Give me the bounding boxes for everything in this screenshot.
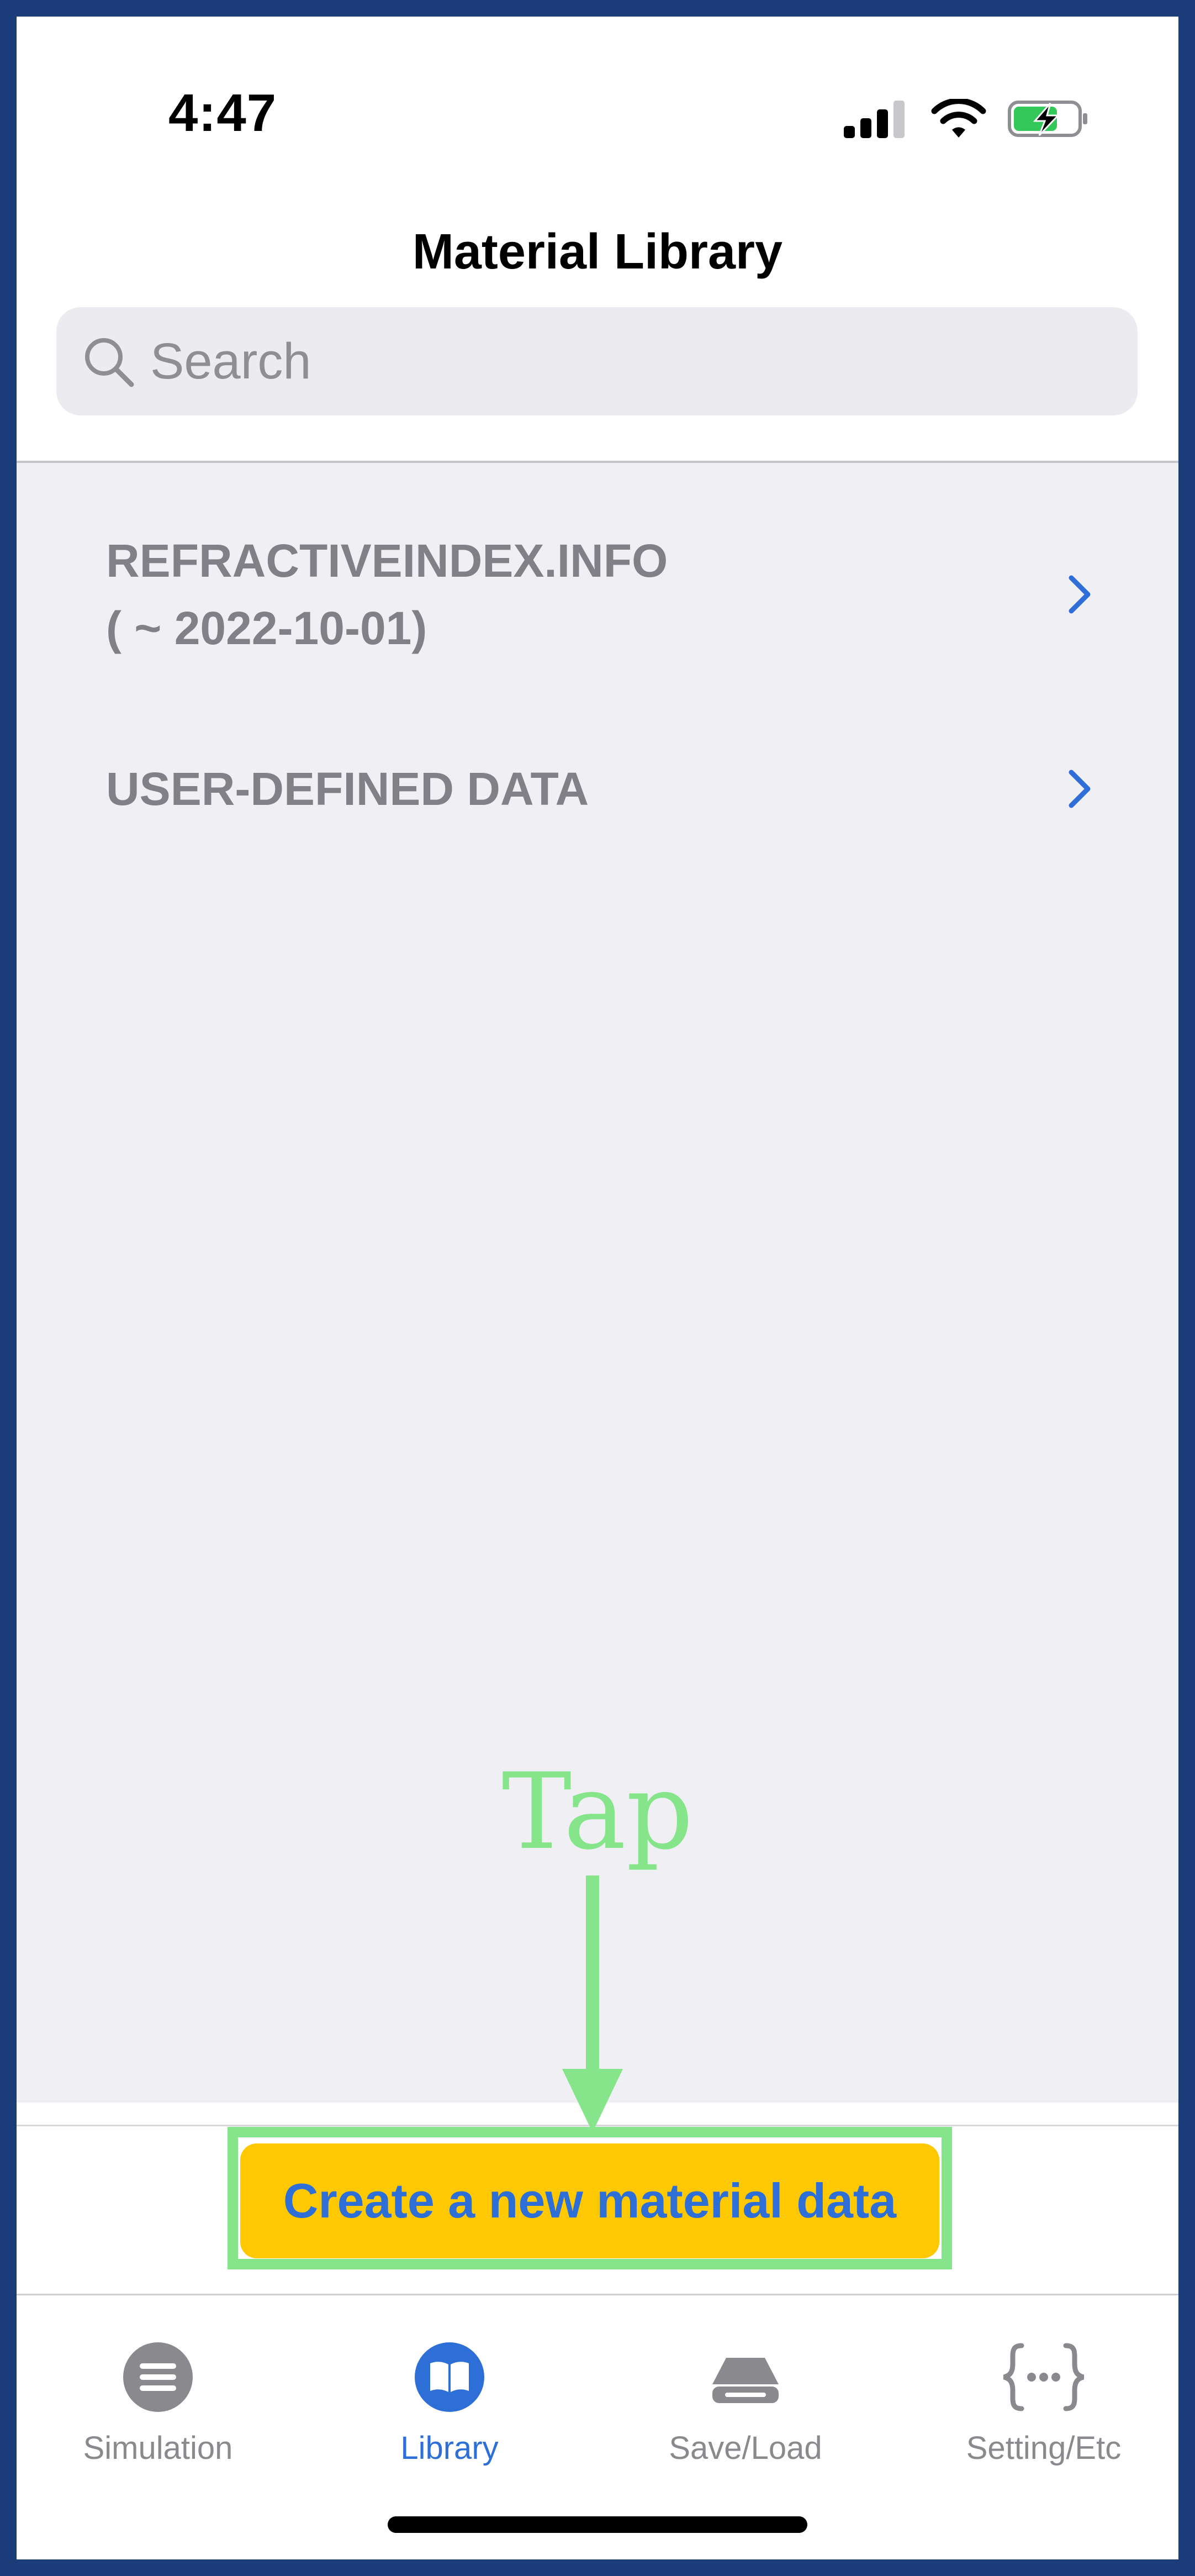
list-item-title: REFRACTIVEINDEX.INFO — [106, 535, 668, 587]
list-item-title: USER-DEFINED DATA — [106, 763, 589, 815]
tab-label: Setting/Etc — [966, 2430, 1122, 2466]
wifi-icon — [931, 99, 986, 138]
chevron-right-icon — [1069, 575, 1091, 614]
tab-library[interactable]: Library — [334, 2296, 565, 2495]
status-icons — [844, 94, 1090, 144]
tap-annotation-label: Tap — [501, 1751, 694, 1873]
tab-label: Save/Load — [669, 2430, 822, 2466]
home-indicator[interactable] — [388, 2516, 807, 2533]
list-item-label: USER-DEFINED DATA — [106, 755, 589, 823]
create-material-button[interactable]: Create a new material data — [240, 2143, 939, 2258]
phone-screen: 4:47 Material Library Search REFRACTIVEI… — [17, 17, 1178, 2559]
cellular-signal-icon — [844, 99, 905, 138]
list-lines-icon — [123, 2342, 193, 2412]
curly-braces-icon — [1003, 2343, 1085, 2411]
list-item-subtitle: ( ~ 2022-10-01) — [106, 602, 427, 654]
book-icon — [415, 2342, 484, 2412]
search-bar[interactable] — [56, 307, 1138, 415]
list-item-label: REFRACTIVEINDEX.INFO ( ~ 2022-10-01) — [106, 527, 668, 662]
status-time: 4:47 — [168, 83, 277, 143]
list-item-user-defined[interactable]: USER-DEFINED DATA — [106, 745, 1096, 833]
battery-charging-icon — [1008, 101, 1087, 137]
tab-label: Simulation — [83, 2430, 233, 2466]
list-item-refractiveindex[interactable]: REFRACTIVEINDEX.INFO ( ~ 2022-10-01) — [106, 523, 1096, 666]
tab-label: Library — [400, 2430, 499, 2466]
search-input[interactable] — [149, 331, 1035, 391]
drive-icon — [712, 2358, 779, 2403]
tab-save-load[interactable]: Save/Load — [630, 2296, 861, 2495]
tab-bar-divider — [17, 2294, 1178, 2295]
tab-simulation[interactable]: Simulation — [42, 2296, 274, 2495]
chevron-right-icon — [1069, 770, 1091, 808]
search-icon — [85, 338, 134, 387]
down-arrow-icon — [562, 1876, 623, 2132]
page-title: Material Library — [412, 224, 783, 280]
tab-setting-etc[interactable]: Setting/Etc — [928, 2296, 1160, 2495]
